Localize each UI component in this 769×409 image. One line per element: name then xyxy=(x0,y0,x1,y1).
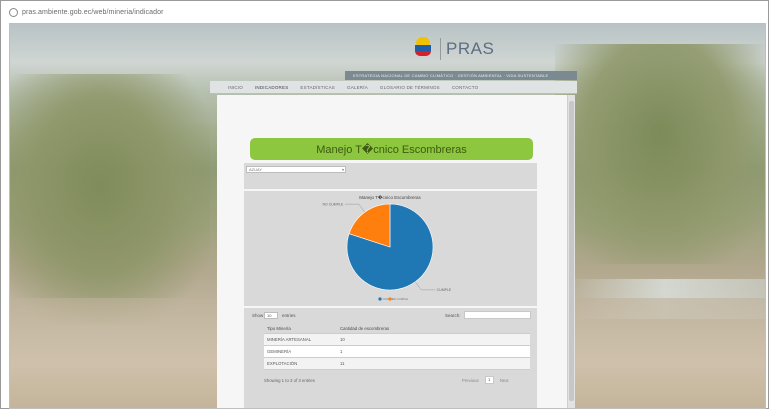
url-text[interactable]: pras.ambiente.gob.ec/web/mineria/indicad… xyxy=(22,9,164,16)
nav-item-contacto[interactable]: CONTACTO xyxy=(452,85,478,90)
chart-panel: Manejo T�cnico Escombreras CUMPLE NO CUMP… xyxy=(244,191,537,306)
search-input[interactable] xyxy=(464,311,531,319)
pie-chart: Manejo T�cnico Escombreras CUMPLE NO CUMP… xyxy=(323,194,452,301)
table-header-row: Tipo Minería Cantidad de escombreras xyxy=(264,323,530,334)
ministry-emblem-icon xyxy=(412,37,434,61)
main-nav: INICIO INDICADORES ESTADÍSTICAS GALERÍA … xyxy=(210,81,577,94)
entries-select-value: 10 xyxy=(267,313,272,318)
legend-marker[interactable] xyxy=(378,297,382,301)
screenshot-frame: pras.ambiente.gob.ec/web/mineria/indicad… xyxy=(0,0,769,409)
pie-label: CUMPLE xyxy=(437,288,452,292)
column-header-cantidad[interactable]: Cantidad de escombreras xyxy=(337,326,530,331)
table-cell: MINERÍA ARTESANAL xyxy=(267,337,312,342)
content-panel: Manejo T�cnico Escombreras AZUAY ▾ Manej… xyxy=(217,95,567,408)
table-cell: 11 xyxy=(340,361,345,366)
page-1-button[interactable]: 1 xyxy=(484,376,494,384)
table-cell: EXPLOTACIÓN xyxy=(267,361,298,366)
showing-entries-text: Showing 1 to 3 of 3 entries xyxy=(264,378,315,383)
nav-item-indicadores[interactable]: INDICADORES xyxy=(255,85,288,90)
logo-divider xyxy=(440,38,441,60)
nav-item-galeria[interactable]: GALERÍA xyxy=(347,85,368,90)
scrollbar-thumb[interactable] xyxy=(569,101,574,401)
entries-select[interactable]: 10 xyxy=(264,312,278,319)
data-table: Tipo Minería Cantidad de escombreras MIN… xyxy=(264,323,530,370)
background-trees-right xyxy=(555,44,765,264)
next-page-button[interactable]: Next xyxy=(500,378,509,383)
filter-panel: AZUAY ▾ xyxy=(244,163,537,189)
table-row: MINERÍA ARTESANAL 10 xyxy=(264,334,530,346)
pie-leader-line xyxy=(415,281,436,291)
page-scrollbar[interactable] xyxy=(567,95,575,408)
page-title-banner: Manejo T�cnico Escombreras xyxy=(250,138,533,160)
table-cell: 1 xyxy=(340,349,343,354)
table-cell: GEMINERÍA xyxy=(267,349,292,354)
previous-page-button[interactable]: Previous xyxy=(462,378,479,383)
table-cell: 10 xyxy=(340,337,345,342)
province-select[interactable]: AZUAY ▾ xyxy=(246,166,346,173)
nav-item-estadisticas[interactable]: ESTADÍSTICAS xyxy=(300,85,335,90)
table-row: EXPLOTACIÓN 11 xyxy=(264,358,530,370)
tagline-bar: ESTRATEGIA NACIONAL DE CAMBIO CLIMÁTICO … xyxy=(345,71,577,80)
chart-title: Manejo T�cnico Escombreras xyxy=(359,194,421,200)
entries-label: entries xyxy=(282,313,296,318)
search-label: Search: xyxy=(445,313,461,318)
logo-title: PRAS xyxy=(446,39,495,58)
background-trees-left xyxy=(10,74,210,324)
show-label: Show xyxy=(252,313,264,318)
column-header-tipo[interactable]: Tipo Minería xyxy=(264,326,337,331)
table-row: GEMINERÍA 1 xyxy=(264,346,530,358)
province-select-value: AZUAY xyxy=(249,167,263,172)
chevron-down-icon: ▾ xyxy=(341,167,344,172)
legend-label[interactable]: NO CUMPLE xyxy=(393,297,409,301)
legend-marker[interactable] xyxy=(388,297,392,301)
pie-leader-line xyxy=(344,203,365,213)
pagination: Previous 1 Next xyxy=(462,376,509,384)
nav-item-inicio[interactable]: INICIO xyxy=(228,85,243,90)
nav-item-glosario[interactable]: GLOSARIO DE TÉRMINOS xyxy=(380,85,440,90)
page-title: Manejo T�cnico Escombreras xyxy=(316,143,467,156)
page-viewport: PRAS ESTRATEGIA NACIONAL DE CAMBIO CLIMÁ… xyxy=(9,23,766,409)
table-panel: Show 10 entries Search: Tipo Minería Can… xyxy=(244,308,537,408)
info-icon[interactable] xyxy=(9,7,18,17)
address-bar[interactable]: pras.ambiente.gob.ec/web/mineria/indicad… xyxy=(3,3,768,21)
pie-label: NO CUMPLE xyxy=(323,202,344,206)
site-logo[interactable]: PRAS xyxy=(412,37,494,61)
